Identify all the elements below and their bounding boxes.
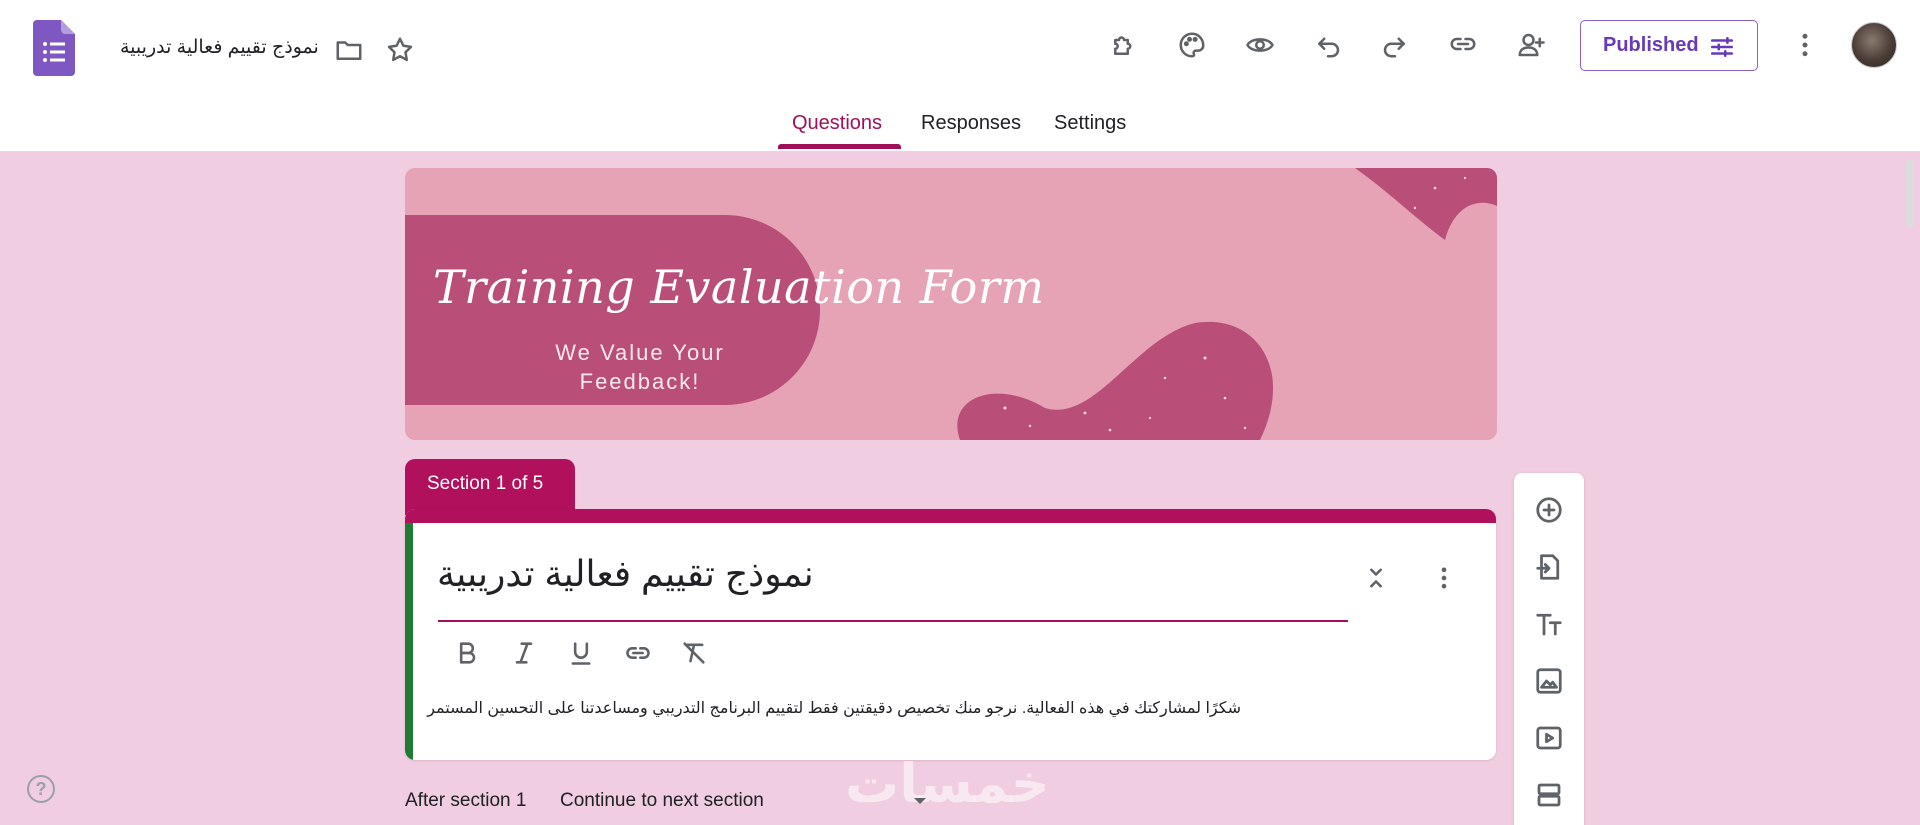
help-icon[interactable]: ? <box>27 775 55 803</box>
app-header: نموذج تقييم فعالية تدريبية Published Que… <box>0 0 1920 152</box>
add-collaborator-icon[interactable] <box>1507 21 1555 69</box>
tab-questions[interactable]: Questions <box>792 112 882 135</box>
italic-icon[interactable] <box>504 633 544 673</box>
add-image-icon[interactable] <box>1527 659 1571 703</box>
add-video-icon[interactable] <box>1527 716 1571 760</box>
palette-icon[interactable] <box>1168 21 1216 69</box>
undo-icon[interactable] <box>1304 21 1352 69</box>
title-input-underline <box>438 620 1348 622</box>
clear-formatting-icon[interactable] <box>674 633 714 673</box>
section-title-input[interactable]: نموذج تقييم فعالية تدريبية <box>437 553 1347 595</box>
banner-title: Training Evaluation Form <box>433 260 1045 314</box>
bold-icon[interactable] <box>447 633 487 673</box>
addon-icon[interactable] <box>1100 21 1148 69</box>
add-title-description-icon[interactable] <box>1527 602 1571 646</box>
avatar[interactable] <box>1851 22 1897 68</box>
tab-settings[interactable]: Settings <box>1054 112 1126 135</box>
tab-bar: Questions Responses Settings <box>0 100 1920 150</box>
insert-link-icon[interactable] <box>618 633 658 673</box>
header-banner-image: Training Evaluation Form We Value Your F… <box>405 168 1497 440</box>
more-vert-icon[interactable] <box>1781 21 1829 69</box>
after-section-label: After section 1 <box>405 790 527 811</box>
active-tab-indicator <box>778 144 901 149</box>
section-header-card[interactable]: نموذج تقييم فعالية تدريبية شكرًا لمشاركت… <box>405 509 1496 760</box>
banner-subtitle: We Value Your Feedback! <box>555 340 725 394</box>
tab-responses[interactable]: Responses <box>921 112 1021 135</box>
preview-eye-icon[interactable] <box>1236 21 1284 69</box>
scrollbar[interactable] <box>1906 160 1914 228</box>
section-description[interactable]: شكرًا لمشاركتك في هذه الفعالية. نرجو منك… <box>427 698 1241 718</box>
redo-icon[interactable] <box>1371 21 1419 69</box>
dropdown-caret-icon[interactable] <box>914 798 926 804</box>
add-section-icon[interactable] <box>1527 773 1571 817</box>
section-indicator-label: Section 1 of 5 <box>427 473 544 494</box>
add-question-icon[interactable] <box>1527 488 1571 532</box>
watermark: خمسات <box>845 754 1050 814</box>
document-title[interactable]: نموذج تقييم فعالية تدريبية <box>120 36 319 59</box>
floating-toolbar <box>1514 473 1584 825</box>
import-questions-icon[interactable] <box>1527 545 1571 589</box>
collapse-section-icon[interactable] <box>1356 558 1396 598</box>
link-icon[interactable] <box>1439 20 1487 68</box>
section-indicator: Section 1 of 5 <box>405 459 575 515</box>
active-card-indicator <box>405 523 413 760</box>
star-icon[interactable] <box>376 26 424 74</box>
publish-settings-icon <box>1710 37 1734 57</box>
underline-icon[interactable] <box>561 633 601 673</box>
card-accent-bar <box>405 509 1496 523</box>
published-button[interactable]: Published <box>1580 20 1758 71</box>
published-label: Published <box>1603 34 1699 56</box>
forms-logo-icon[interactable] <box>33 20 75 76</box>
folder-icon[interactable] <box>325 26 373 74</box>
after-section-dropdown[interactable]: Continue to next section <box>560 790 764 812</box>
section-more-icon[interactable] <box>1424 558 1464 598</box>
